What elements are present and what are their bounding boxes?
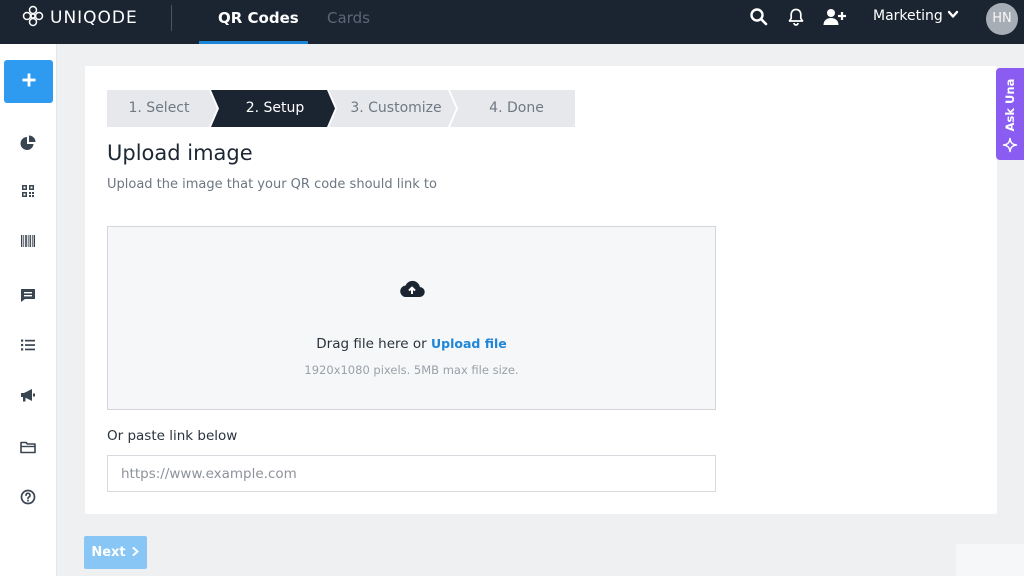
upload-file-link[interactable]: Upload file <box>431 336 507 351</box>
user-avatar[interactable]: HN <box>986 3 1018 35</box>
tab-qr-codes[interactable]: QR Codes <box>218 0 299 44</box>
cloud-upload-icon <box>398 278 426 300</box>
setup-card: 1. Select 2. Setup 3. Customize 4. Done … <box>85 66 997 514</box>
step-customize-label: 3. Customize <box>350 100 442 116</box>
step-select[interactable]: 1. Select <box>107 90 211 127</box>
ask-una-tab[interactable]: Ask Una <box>996 68 1024 160</box>
file-size-hint: 1920x1080 pixels. 5MB max file size. <box>304 363 519 377</box>
plus-icon <box>21 72 37 92</box>
workspace-name: Marketing <box>873 8 943 24</box>
sidebar <box>0 44 57 576</box>
help-icon[interactable] <box>19 488 37 506</box>
barcode-icon[interactable] <box>19 232 37 250</box>
uniqode-logo[interactable]: UNIQODE <box>22 5 138 31</box>
next-button[interactable]: Next <box>84 536 147 569</box>
url-input[interactable] <box>107 455 716 492</box>
page-subtitle: Upload the image that your QR code shoul… <box>107 177 437 192</box>
chevron-down-icon <box>943 8 959 24</box>
step-setup: 2. Setup <box>219 90 331 127</box>
progress-stepper: 1. Select 2. Setup 3. Customize 4. Done <box>107 90 575 127</box>
list-icon[interactable] <box>19 336 37 354</box>
paste-link-label: Or paste link below <box>107 428 238 444</box>
step-done-label: 4. Done <box>489 100 544 116</box>
footer-corner <box>956 544 1024 576</box>
step-done: 4. Done <box>458 90 575 127</box>
message-icon[interactable] <box>19 286 37 304</box>
step-setup-label: 2. Setup <box>245 100 305 116</box>
megaphone-icon[interactable] <box>19 386 37 404</box>
workspace-selector[interactable]: Marketing <box>873 8 959 24</box>
analytics-pie-icon[interactable] <box>19 134 37 152</box>
logo-text: UNIQODE <box>50 8 138 28</box>
drag-instructions: Drag file here or Upload file <box>108 336 715 352</box>
sparkle-icon <box>1002 137 1018 153</box>
bell-icon[interactable] <box>786 7 806 27</box>
header-divider <box>171 5 172 31</box>
add-user-icon[interactable] <box>823 7 847 27</box>
logo-icon <box>22 5 44 31</box>
search-icon[interactable] <box>749 7 769 27</box>
chevron-right-icon <box>126 545 140 560</box>
step-customize: 3. Customize <box>339 90 453 127</box>
active-tab-indicator <box>199 41 308 44</box>
file-dropzone[interactable]: Drag file here or Upload file 1920x1080 … <box>107 226 716 410</box>
tab-cards[interactable]: Cards <box>327 0 370 44</box>
folder-icon[interactable] <box>19 438 37 456</box>
drag-text: Drag file here or <box>316 336 431 352</box>
qr-code-icon[interactable] <box>19 182 37 200</box>
ask-una-label: Ask Una <box>1003 78 1017 132</box>
page-title: Upload image <box>107 141 253 165</box>
top-navigation-bar: UNIQODE QR Codes Cards Marketing HN <box>0 0 1024 44</box>
step-select-label: 1. Select <box>128 100 190 116</box>
create-button[interactable] <box>4 60 53 103</box>
next-button-label: Next <box>91 545 126 560</box>
